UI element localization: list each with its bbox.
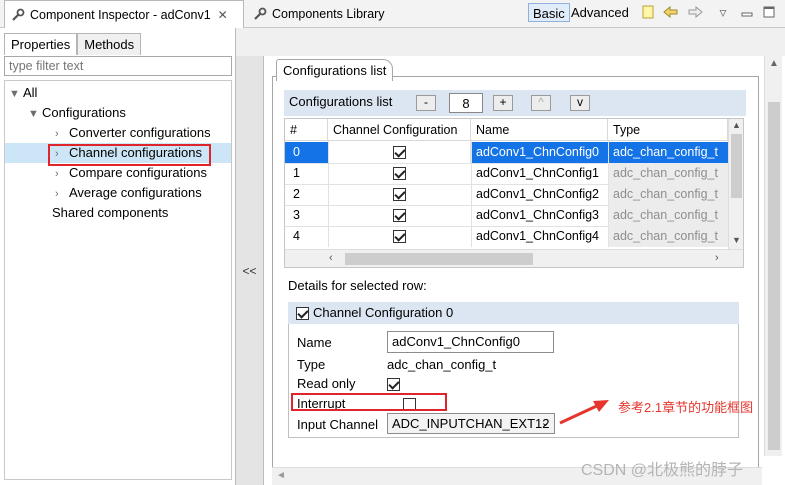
add-row-button[interactable]: + (493, 95, 513, 111)
filter-input[interactable] (4, 56, 232, 76)
vertical-scrollbar[interactable]: ▲ (764, 56, 782, 456)
tab-methods[interactable]: Methods (77, 33, 142, 55)
row-name: adConv1_ChnConfig1 (476, 166, 600, 180)
interrupt-highlight-box (291, 393, 447, 411)
row-name: adConv1_ChnConfig3 (476, 208, 600, 222)
scroll-thumb[interactable] (345, 253, 533, 265)
scroll-thumb[interactable] (768, 102, 780, 450)
table-horizontal-scrollbar[interactable]: ‹ › (285, 249, 743, 267)
tree-item-average-configurations[interactable]: › Average configurations (55, 183, 202, 203)
column-header-index[interactable]: # (285, 119, 328, 141)
row-type: adc_chan_config_t (608, 226, 728, 247)
annotation-text: 参考2.1章节的功能框图 (618, 400, 754, 415)
wrench-icon (254, 7, 267, 20)
properties-pane: Properties Methods ▼All ▼Configurations … (0, 28, 236, 485)
type-value: adc_chan_config_t (387, 357, 497, 372)
chevron-down-icon[interactable]: ▼ (28, 104, 42, 124)
row-name: adConv1_ChnConfig0 (476, 145, 600, 159)
row-type: adc_chan_config_t (608, 205, 728, 226)
column-header-channel-configuration[interactable]: Channel Configuration (328, 119, 471, 141)
tree-item-all[interactable]: ▼ All (9, 83, 37, 103)
row-checkbox[interactable] (328, 163, 471, 184)
basic-mode-button[interactable]: Basic (528, 3, 570, 22)
input-channel-label: Input Channel (297, 417, 378, 432)
row-index: 2 (293, 187, 300, 201)
table-vertical-scrollbar[interactable]: ▲ ▼ (728, 119, 743, 249)
row-index: 1 (293, 166, 300, 180)
chevron-down-icon[interactable]: ⌄ (541, 414, 550, 433)
close-icon[interactable]: ✕ (218, 8, 228, 22)
row-index: 3 (293, 208, 300, 222)
chevron-right-icon[interactable]: › (55, 124, 69, 144)
chevron-right-icon[interactable]: › (55, 164, 69, 184)
pane-tabs: Properties Methods (4, 33, 142, 55)
watermark: CSDN @北极熊的脖子 (581, 462, 744, 479)
row-type: adc_chan_config_t (608, 163, 728, 184)
collapse-splitter[interactable]: << (236, 56, 264, 485)
tab-components-library[interactable]: Components Library (247, 0, 397, 28)
property-tree: ▼ All ▼ Configurations › Converter configur… (4, 80, 232, 480)
editor-tab-strip: Component Inspector - adConv1 ✕ Componen… (0, 0, 785, 28)
tab-properties[interactable]: Properties (4, 33, 78, 55)
annotation-arrow-icon (559, 400, 609, 425)
tree-item-compare-configurations[interactable]: › Compare configurations (55, 163, 207, 183)
collapse-left-icon[interactable]: << (242, 264, 256, 278)
wrench-icon (12, 8, 25, 21)
maximize-icon[interactable] (760, 3, 778, 21)
details-header: Channel Configuration 0 (288, 302, 739, 324)
dropdown-arrow-icon[interactable]: ▿ (714, 3, 732, 21)
row-checkbox[interactable] (328, 142, 471, 163)
type-label: Type (297, 357, 326, 372)
tab-component-inspector[interactable]: Component Inspector - adConv1 ✕ (4, 0, 244, 28)
scroll-down-icon[interactable]: ▼ (732, 235, 741, 245)
move-down-button[interactable]: v (570, 95, 590, 111)
highlight-box (48, 144, 211, 166)
scroll-left-icon[interactable]: ‹ (329, 252, 333, 264)
tab-label: Components Library (272, 7, 385, 21)
tab-configurations-list[interactable]: Configurations list (276, 59, 394, 81)
row-name: adConv1_ChnConfig2 (476, 187, 600, 201)
input-channel-select[interactable]: ADC_INPUTCHAN_EXT12 ⌄ (387, 413, 555, 434)
row-index: 4 (293, 229, 300, 243)
channel-configuration-checkbox[interactable] (296, 307, 309, 321)
tree-item-shared-components[interactable]: Shared components (52, 203, 168, 223)
scroll-up-icon[interactable]: ▲ (769, 58, 779, 69)
remove-row-button[interactable]: - (416, 95, 436, 111)
minimize-icon[interactable] (738, 3, 756, 21)
row-checkbox[interactable] (328, 226, 471, 247)
scroll-right-icon[interactable]: › (715, 252, 719, 264)
read-only-checkbox[interactable] (387, 378, 400, 392)
name-field[interactable]: adConv1_ChnConfig0 (387, 331, 554, 353)
back-arrow-icon[interactable] (662, 3, 680, 21)
scroll-thumb[interactable] (731, 134, 742, 198)
tab-label: Component Inspector - adConv1 (30, 7, 211, 22)
chevron-down-icon[interactable]: ▼ (9, 84, 23, 104)
input-channel-value: ADC_INPUTCHAN_EXT12 (392, 416, 550, 431)
configurations-table: # Channel Configuration Name Type 0 adCo… (284, 118, 744, 268)
scroll-left-icon[interactable]: ◄ (276, 470, 286, 481)
column-header-type[interactable]: Type (608, 119, 728, 141)
details-label: Details for selected row: (288, 278, 427, 293)
move-up-button[interactable]: ^ (531, 95, 551, 111)
advanced-mode-button[interactable]: Advanced (567, 3, 633, 22)
row-checkbox[interactable] (328, 205, 471, 226)
row-type: adc_chan_config_t (613, 145, 718, 159)
forward-arrow-icon[interactable] (686, 3, 704, 21)
details-header-title: Channel Configuration 0 (313, 305, 454, 320)
row-count-field[interactable]: 8 (449, 93, 483, 113)
list-title: Configurations list (289, 94, 393, 109)
row-name: adConv1_ChnConfig4 (476, 229, 600, 243)
column-header-name[interactable]: Name (471, 119, 608, 141)
chevron-right-icon[interactable]: › (55, 184, 69, 204)
name-label: Name (297, 335, 332, 350)
tree-item-converter-configurations[interactable]: › Converter configurations (55, 123, 211, 143)
row-checkbox[interactable] (328, 184, 471, 205)
configurations-list-header: Configurations list (284, 90, 746, 116)
row-type: adc_chan_config_t (608, 184, 728, 205)
read-only-label: Read only (297, 376, 356, 391)
row-index: 0 (293, 145, 300, 159)
new-note-icon[interactable] (639, 3, 657, 21)
tree-item-configurations[interactable]: ▼ Configurations (28, 103, 126, 123)
scroll-up-icon[interactable]: ▲ (732, 120, 741, 130)
